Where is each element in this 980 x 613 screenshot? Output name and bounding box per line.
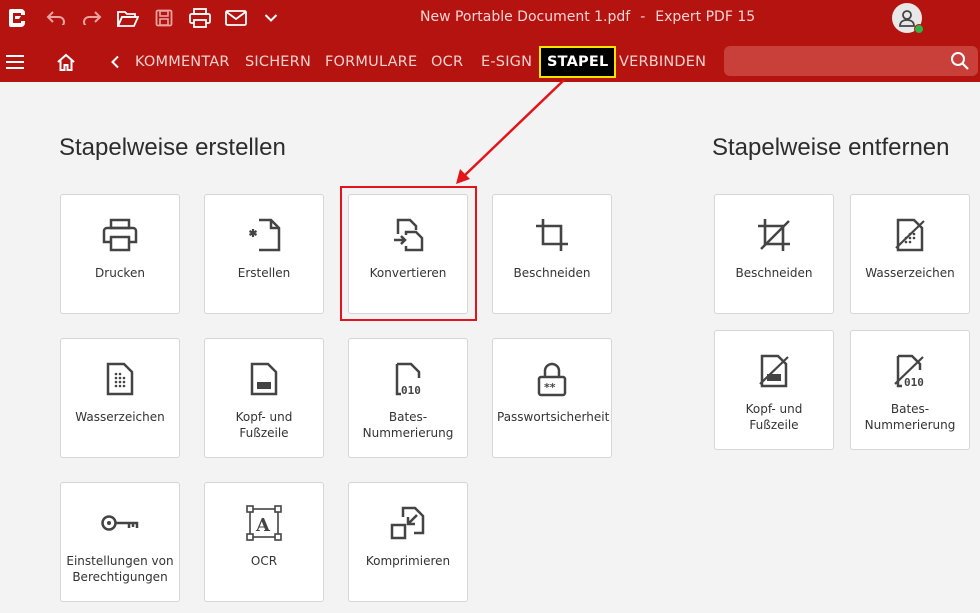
batch-remove-header-footer-card[interactable]: Kopf- und Fußzeile xyxy=(714,330,834,450)
batch-watermark-card[interactable]: Wasserzeichen xyxy=(60,338,180,458)
bates-icon: 010 xyxy=(349,359,467,399)
card-label: Beschneiden xyxy=(735,266,813,280)
batch-remove-bates-card[interactable]: 010 Bates- Nummerierung xyxy=(850,330,970,450)
batch-crop-card[interactable]: Beschneiden xyxy=(492,194,612,314)
batch-bates-card[interactable]: 010 Bates- Nummerierung xyxy=(348,338,468,458)
card-label: Bates- Nummerierung xyxy=(864,402,956,432)
batch-password-card[interactable]: ** Passwortsicherheit xyxy=(492,338,612,458)
header-footer-remove-icon xyxy=(715,351,833,391)
lock-icon: ** xyxy=(493,359,611,399)
title-bar: New Portable Document 1.pdf - Expert PDF 1… xyxy=(0,0,980,42)
batch-remove-title: Stapelweise entfernen xyxy=(712,134,950,161)
svg-text:**: ** xyxy=(544,381,556,394)
svg-text:010: 010 xyxy=(401,384,421,397)
highlight-box xyxy=(340,186,477,321)
watermark-remove-icon xyxy=(851,215,969,255)
chevron-down-icon[interactable] xyxy=(260,0,282,36)
crop-remove-icon xyxy=(715,215,833,255)
card-label: Wasserzeichen xyxy=(865,266,955,280)
tab-e-sign[interactable]: E-SIGN xyxy=(481,54,532,70)
undo-icon[interactable] xyxy=(44,0,68,36)
printer-icon xyxy=(61,215,179,255)
ribbon-scroll-left-icon[interactable] xyxy=(110,42,124,82)
save-icon[interactable] xyxy=(152,0,176,36)
ocr-icon: A xyxy=(205,503,323,543)
hamburger-menu-icon[interactable] xyxy=(6,42,28,82)
tab-stapel[interactable]: STAPEL xyxy=(539,46,617,78)
tab-ocr[interactable]: OCR xyxy=(431,54,463,70)
tab-kommentar[interactable]: KOMMENTAR xyxy=(135,54,230,70)
svg-text:A: A xyxy=(255,515,271,536)
home-icon[interactable] xyxy=(56,42,78,82)
new-document-icon xyxy=(205,215,323,255)
batch-create-title: Stapelweise erstellen xyxy=(59,134,286,161)
batch-ocr-card[interactable]: A OCR xyxy=(204,482,324,602)
card-label: Kopf- und Fußzeile xyxy=(745,402,803,432)
user-avatar[interactable] xyxy=(892,3,924,34)
compress-icon xyxy=(349,503,467,543)
search-icon[interactable] xyxy=(950,51,970,76)
card-label: Erstellen xyxy=(237,266,291,280)
search-box[interactable] xyxy=(724,46,978,76)
batch-remove-watermark-card[interactable]: Wasserzeichen xyxy=(850,194,970,314)
card-label: Bates- Nummerierung xyxy=(362,410,454,440)
card-label: OCR xyxy=(250,554,278,568)
batch-remove-crop-card[interactable]: Beschneiden xyxy=(714,194,834,314)
batch-permissions-card[interactable]: Einstellungen von Berechtigungen xyxy=(60,482,180,602)
online-status-dot xyxy=(914,24,924,34)
svg-text:010: 010 xyxy=(904,376,924,389)
card-label: Drucken xyxy=(95,266,145,280)
header-footer-icon xyxy=(205,359,323,399)
file-name: New Portable Document 1.pdf xyxy=(420,9,631,25)
watermark-icon xyxy=(61,359,179,399)
crop-icon xyxy=(493,215,611,255)
batch-header-footer-card[interactable]: Kopf- und Fußzeile xyxy=(204,338,324,458)
tab-verbinden[interactable]: VERBINDEN xyxy=(619,54,706,70)
open-folder-icon[interactable] xyxy=(116,0,140,36)
app-name: Expert PDF 15 xyxy=(655,9,756,25)
search-input[interactable] xyxy=(734,52,934,70)
bates-remove-icon: 010 xyxy=(851,351,969,391)
redo-icon[interactable] xyxy=(80,0,104,36)
card-label: Einstellungen von Berechtigungen xyxy=(66,554,174,584)
card-label: Beschneiden xyxy=(513,266,591,280)
card-label: Passwortsicherheit xyxy=(497,410,610,424)
app-logo-icon xyxy=(4,0,30,36)
batch-compress-card[interactable]: Komprimieren xyxy=(348,482,468,602)
title-separator: - xyxy=(640,9,646,25)
tab-formulare[interactable]: FORMULARE xyxy=(325,54,417,70)
batch-print-card[interactable]: Drucken xyxy=(60,194,180,314)
mail-icon[interactable] xyxy=(224,0,248,36)
card-label: Komprimieren xyxy=(365,554,451,568)
tab-sichern[interactable]: SICHERN xyxy=(245,54,311,70)
card-label: Kopf- und Fußzeile xyxy=(235,410,293,440)
key-icon xyxy=(61,503,179,543)
batch-create-card[interactable]: Erstellen xyxy=(204,194,324,314)
ribbon-bar: KOMMENTAR SICHERN FORMULARE OCR E-SIGN S… xyxy=(0,42,980,82)
print-icon[interactable] xyxy=(188,0,212,36)
card-label: Wasserzeichen xyxy=(75,410,165,424)
window-title: New Portable Document 1.pdf - Expert PDF 1… xyxy=(420,9,755,25)
